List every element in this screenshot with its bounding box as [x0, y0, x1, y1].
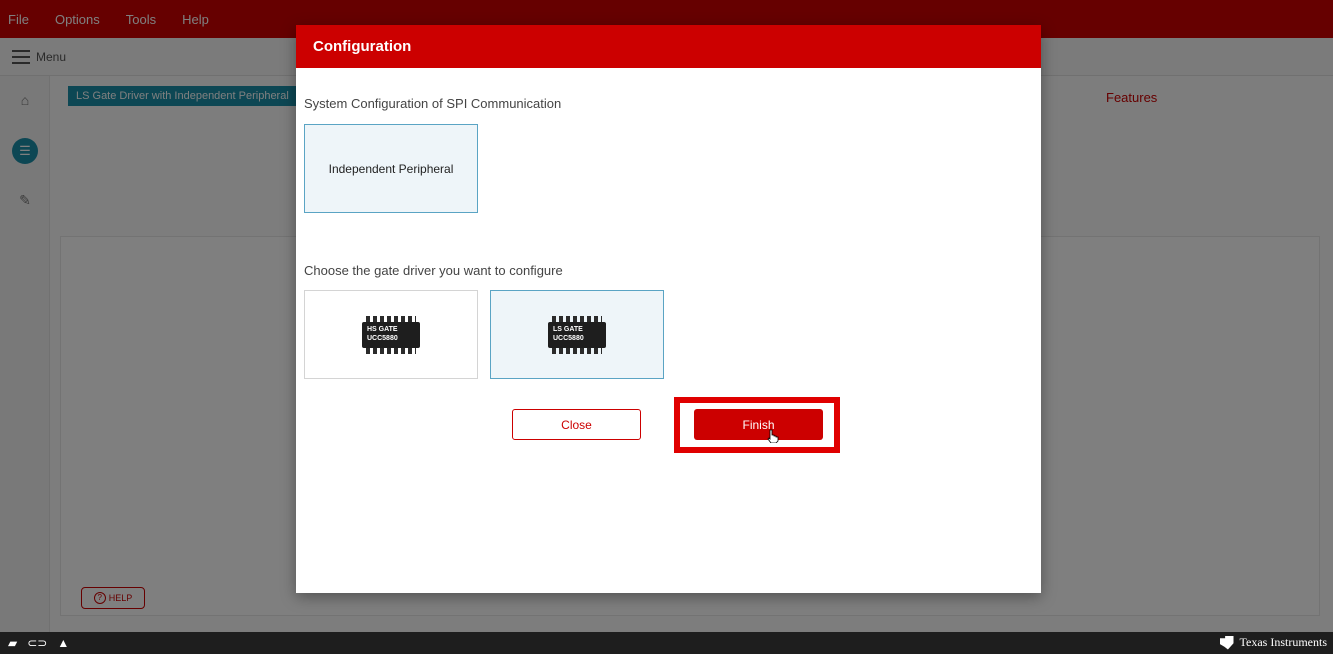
gate-driver-section-label: Choose the gate driver you want to confi…: [304, 263, 563, 278]
dialog-title: Configuration: [296, 25, 1041, 68]
chevron-up-icon[interactable]: ▲: [57, 636, 69, 650]
ls-chip-line1: LS GATE: [553, 325, 583, 333]
status-bar: ▰ ⊂⊃ ▲ Texas Instruments: [0, 632, 1333, 654]
hs-chip-line1: HS GATE: [367, 325, 398, 333]
ls-gate-option[interactable]: LS GATE UCC5880: [490, 290, 664, 379]
spi-section-label: System Configuration of SPI Communicatio…: [304, 96, 562, 111]
brand-name: Texas Instruments: [1239, 635, 1327, 649]
code-icon[interactable]: ⊂⊃: [27, 636, 47, 650]
hs-gate-chip-icon: HS GATE UCC5880: [362, 315, 420, 354]
hs-gate-option[interactable]: HS GATE UCC5880: [304, 290, 478, 379]
configuration-dialog: Configuration System Configuration of SP…: [296, 25, 1041, 593]
ti-logo-icon: [1219, 635, 1234, 650]
hand-cursor-icon: [767, 429, 779, 443]
book-icon[interactable]: ▰: [8, 636, 17, 650]
ti-logo: Texas Instruments: [1219, 635, 1327, 650]
independent-peripheral-label: Independent Peripheral: [328, 161, 454, 176]
ls-gate-chip-icon: LS GATE UCC5880: [548, 315, 606, 354]
hs-chip-line2: UCC5880: [367, 334, 398, 342]
ls-chip-line2: UCC5880: [553, 334, 584, 342]
close-button[interactable]: Close: [512, 409, 641, 440]
independent-peripheral-option[interactable]: Independent Peripheral: [304, 124, 478, 213]
finish-button[interactable]: Finish: [694, 409, 823, 440]
